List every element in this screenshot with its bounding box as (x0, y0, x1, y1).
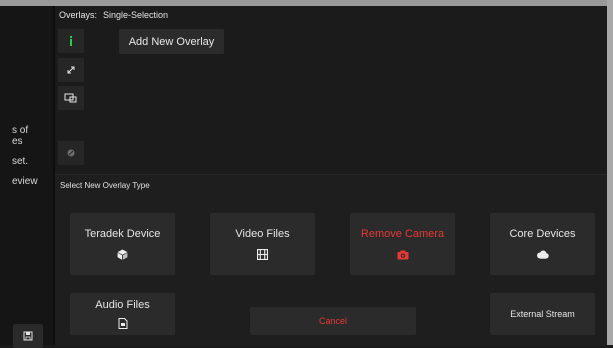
right-border (607, 0, 613, 345)
teradek-device-card[interactable]: Teradek Device (70, 213, 175, 275)
overlays-area: Overlays: Single-Selection Add New Overl… (55, 6, 607, 174)
external-stream-button[interactable]: External Stream (490, 293, 595, 335)
save-icon (23, 331, 33, 341)
info-icon (70, 36, 72, 46)
expand-button[interactable] (58, 58, 84, 82)
disabled-overlay-button[interactable] (58, 141, 84, 165)
card-label: Remove Camera (360, 227, 445, 240)
selection-mode[interactable]: Single-Selection (103, 10, 168, 20)
left-panel-text: set. (12, 156, 29, 167)
audio-files-card[interactable]: Audio Files (70, 293, 175, 335)
add-new-overlay-button[interactable]: Add New Overlay (119, 29, 224, 54)
overlay-type-header: Select New Overlay Type (60, 181, 150, 190)
video-files-card[interactable]: Video Files (210, 213, 315, 275)
camera-icon (397, 250, 408, 259)
overlay-type-panel: Select New Overlay Type Teradek Device V… (55, 174, 607, 346)
cube-icon (117, 249, 128, 260)
cancel-button[interactable]: Cancel (250, 307, 416, 335)
card-label: Core Devices (509, 227, 576, 240)
card-label: Teradek Device (84, 227, 161, 240)
card-label: Video Files (235, 227, 290, 240)
resize-button[interactable] (58, 86, 84, 110)
info-button[interactable] (58, 29, 84, 53)
disabled-round-icon (67, 149, 75, 157)
left-panel-text: s of (12, 125, 29, 136)
overlays-header: Overlays: Single-Selection (59, 10, 168, 20)
left-panel-text: eview (12, 176, 38, 187)
remove-camera-card[interactable]: Remove Camera (350, 213, 455, 275)
film-icon (257, 249, 268, 260)
audio-file-icon (118, 318, 127, 329)
left-panel-text: es (12, 136, 23, 147)
left-panel: s of es set. eview (0, 6, 53, 348)
expand-icon (67, 66, 75, 74)
resize-icon (64, 93, 77, 103)
core-devices-card[interactable]: Core Devices (490, 213, 595, 275)
cloud-icon (537, 250, 549, 259)
overlays-label: Overlays: (59, 10, 98, 20)
save-button[interactable] (13, 324, 43, 348)
card-label: Audio Files (95, 298, 150, 311)
overlay-editor: s of es set. eview Overlays: Single-Selec… (0, 0, 613, 348)
